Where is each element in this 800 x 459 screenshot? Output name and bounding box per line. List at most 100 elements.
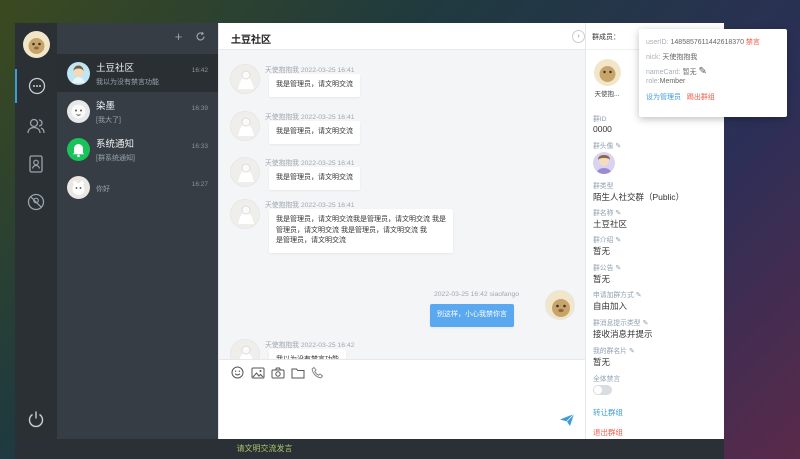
message-meta: 天使抱抱我 2022-03-25 16:41 — [265, 160, 355, 167]
message-item: 天使抱抱我 2022-03-25 16:41 我是管理员，请文明交流 — [230, 64, 550, 104]
blocked-user-icon[interactable] — [15, 185, 57, 219]
kick-member-button[interactable]: 踢出群组 — [687, 94, 715, 101]
member-avatar — [593, 59, 621, 86]
conversation-time: 16:33 — [191, 143, 208, 150]
message-item: 天使抱抱我 2022-03-25 16:41 我是管理员，请文明交流 — [230, 157, 550, 197]
sender-avatar[interactable] — [230, 157, 260, 187]
sender-avatar[interactable] — [230, 64, 260, 94]
field-label: 群介绍 — [593, 237, 614, 244]
field-label: 群消息提示类型 — [593, 320, 641, 327]
role-value: Member — [659, 77, 686, 85]
conversation-item[interactable]: 土豆社区 我以为没有禁言功能 16:42 — [57, 54, 218, 92]
role-label: role: — [646, 77, 660, 85]
message-bubble: 我是管理员，请文明交流我是管理员，请文明交流 我是 管理员，请文明交流 我是管理… — [269, 209, 453, 253]
quit-group-link[interactable]: 退出群组 — [593, 427, 623, 438]
userid-label: userID: — [646, 39, 669, 46]
field-value: 暂无 — [593, 246, 611, 256]
members-label: 群成员： — [592, 34, 620, 41]
mute-all-toggle[interactable] — [593, 385, 612, 395]
chat-header: 土豆社区 › — [219, 23, 585, 50]
field-value: 土豆社区 — [593, 219, 628, 229]
folder-icon[interactable] — [290, 365, 305, 380]
group-id-field: 群ID 0000 — [593, 113, 612, 134]
conversation-item[interactable]: 系统通知 [群系统通知] 16:33 — [57, 130, 218, 168]
message-item: 天使抱抱我 2022-03-25 16:41 我是管理员，请文明交流我是管理员，… — [230, 199, 560, 279]
mute-all-field: 全体禁言 — [593, 373, 620, 395]
group-intro-field: 群介绍 ✎ 暂无 — [593, 234, 621, 257]
message-text: 我是管理员，请文明交流 — [276, 128, 353, 135]
field-label: 群名称 — [593, 210, 614, 217]
member-popup-card: userID: 1485857611442618370 禁言 nick: 天使抱… — [639, 29, 787, 117]
message-prompt-field: 群消息提示类型 ✎ 接收消息并提示 — [593, 317, 653, 340]
group-type-field: 群类型 陌生人社交群（Public） — [593, 180, 684, 203]
message-bubble: 别这样，小心我禁你言 — [430, 304, 514, 327]
group-avatar — [67, 61, 90, 85]
field-value: 陌生人社交群（Public） — [593, 192, 685, 202]
field-value: 0000 — [593, 124, 612, 134]
message-meta: 天使抱抱我 2022-03-25 16:41 — [265, 67, 355, 74]
mute-button[interactable]: 禁言 — [746, 39, 760, 46]
join-option-field: 申请加群方式 ✎ 自由加入 — [593, 289, 642, 312]
nav-rail — [15, 23, 57, 439]
conversation-item[interactable]: 你好 16:27 — [57, 168, 218, 206]
user-avatar — [67, 175, 90, 199]
image-icon[interactable] — [250, 365, 265, 380]
userid-value: 1485857611442618370 — [670, 39, 744, 46]
field-value: 接收消息并提示 — [593, 329, 653, 339]
edit-icon[interactable]: ✎ — [615, 236, 621, 244]
notification-bell-icon — [67, 137, 90, 161]
group-avatar-image[interactable] — [593, 152, 615, 174]
field-label: 群ID — [593, 116, 607, 123]
app-window: + 土豆社区 我以为没有禁言功能 16:42 染墨 [我大了] 16:39 系统… — [15, 23, 724, 439]
power-icon[interactable] — [15, 402, 57, 436]
message-bubble: 我是管理员，请文明交流 — [269, 121, 360, 144]
message-text-line: 管理员，请文明交流 我是管理员，请文明交流 我 — [276, 226, 427, 234]
message-text: 别这样，小心我禁你言 — [437, 311, 507, 318]
edit-icon[interactable]: ✎ — [699, 66, 707, 77]
transfer-group-link[interactable]: 转让群组 — [593, 407, 623, 418]
namecard-label: nameCard: — [646, 69, 681, 76]
edit-icon[interactable]: ✎ — [636, 291, 642, 299]
add-icon[interactable]: + — [171, 29, 186, 44]
edit-icon[interactable]: ✎ — [615, 142, 621, 150]
chat-area: 土豆社区 › 天使抱抱我 2022-03-25 16:41 我是管理员，请文明交… — [218, 23, 585, 439]
contacts-icon[interactable] — [15, 109, 57, 143]
call-icon[interactable] — [310, 365, 325, 380]
message-item-self: 2022-03-25 16:42 siaofango 别这样，小心我禁你言 — [430, 290, 579, 333]
camera-icon[interactable] — [270, 365, 285, 380]
my-message-avatar[interactable] — [545, 290, 575, 320]
my-avatar[interactable] — [23, 31, 50, 58]
composer-toolbar — [230, 365, 325, 380]
sender-avatar[interactable] — [230, 199, 260, 229]
message-list: 天使抱抱我 2022-03-25 16:41 我是管理员，请文明交流 天使抱抱我… — [219, 50, 585, 372]
message-text-line: 我是管理员，请文明交流我是管理员，请文明交流 我是 — [276, 216, 446, 223]
field-value: 暂无 — [593, 274, 611, 284]
edit-icon[interactable]: ✎ — [643, 319, 649, 327]
field-label: 全体禁言 — [593, 376, 621, 383]
field-label: 我的群名片 — [593, 348, 627, 355]
message-text: 我是管理员，请文明交流 — [276, 174, 353, 181]
address-book-icon[interactable] — [15, 147, 57, 181]
member-item[interactable]: 天使抱... — [592, 59, 622, 98]
refresh-icon[interactable] — [193, 29, 208, 44]
bottom-notice-text: 请文明交流发言 — [236, 444, 293, 453]
group-avatar-field: 群头像 ✎ — [593, 140, 621, 174]
nick-label: nick: — [646, 53, 661, 61]
message-bubble: 我是管理员，请文明交流 — [269, 167, 360, 190]
chat-title: 土豆社区 — [231, 35, 271, 46]
message-meta: 天使抱抱我 2022-03-25 16:41 — [265, 202, 355, 209]
edit-icon[interactable]: ✎ — [615, 209, 621, 217]
message-meta: 天使抱抱我 2022-03-25 16:41 — [265, 114, 355, 121]
edit-icon[interactable]: ✎ — [629, 347, 635, 355]
message-bubble: 我是管理员，请文明交流 — [269, 74, 360, 97]
message-composer[interactable] — [219, 359, 585, 439]
conversation-item[interactable]: 染墨 [我大了] 16:39 — [57, 92, 218, 130]
message-text: 我是管理员，请文明交流 — [276, 81, 353, 88]
chevron-right-icon[interactable]: › — [572, 30, 585, 43]
send-icon[interactable] — [559, 413, 575, 429]
edit-icon[interactable]: ✎ — [615, 264, 621, 272]
sender-avatar[interactable] — [230, 111, 260, 141]
set-admin-button[interactable]: 设为管理员 — [646, 94, 681, 101]
conversation-icon[interactable] — [15, 69, 57, 103]
emoji-icon[interactable] — [230, 365, 245, 380]
